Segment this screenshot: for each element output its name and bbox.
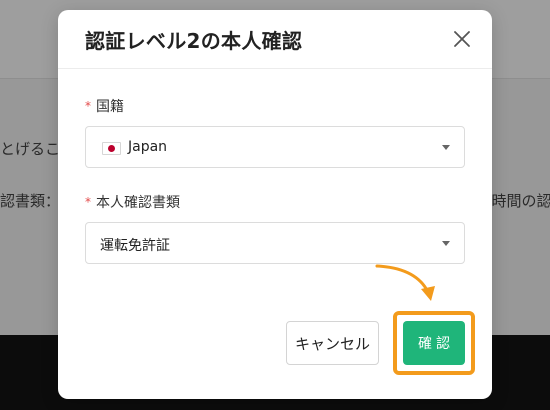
nationality-label-text: 国籍 <box>96 99 124 115</box>
chevron-down-icon <box>442 241 450 246</box>
document-type-value: 運転免許証 <box>100 238 170 254</box>
close-button[interactable] <box>447 24 477 54</box>
nationality-value: Japan <box>128 139 168 155</box>
nationality-label: * 国籍 <box>85 96 124 116</box>
japan-flag-icon <box>102 142 121 155</box>
cancel-button[interactable]: キャンセル <box>286 321 379 365</box>
document-label: * 本人確認書類 <box>85 192 180 212</box>
document-type-select[interactable]: 運転免許証 <box>85 222 465 264</box>
header-divider <box>58 68 492 69</box>
confirm-button[interactable]: 確認 <box>403 321 465 365</box>
verification-dialog: 認証レベル2の本人確認 * 国籍 Japan * 本人確認書類 運転免許証 キャンセ… <box>58 10 492 399</box>
required-mark: * <box>85 195 91 209</box>
nationality-select[interactable]: Japan <box>85 126 465 168</box>
close-icon <box>454 31 470 47</box>
dialog-title: 認証レベル2の本人確認 <box>85 29 303 53</box>
document-label-text: 本人確認書類 <box>96 195 180 211</box>
chevron-down-icon <box>442 145 450 150</box>
required-mark: * <box>85 99 91 113</box>
